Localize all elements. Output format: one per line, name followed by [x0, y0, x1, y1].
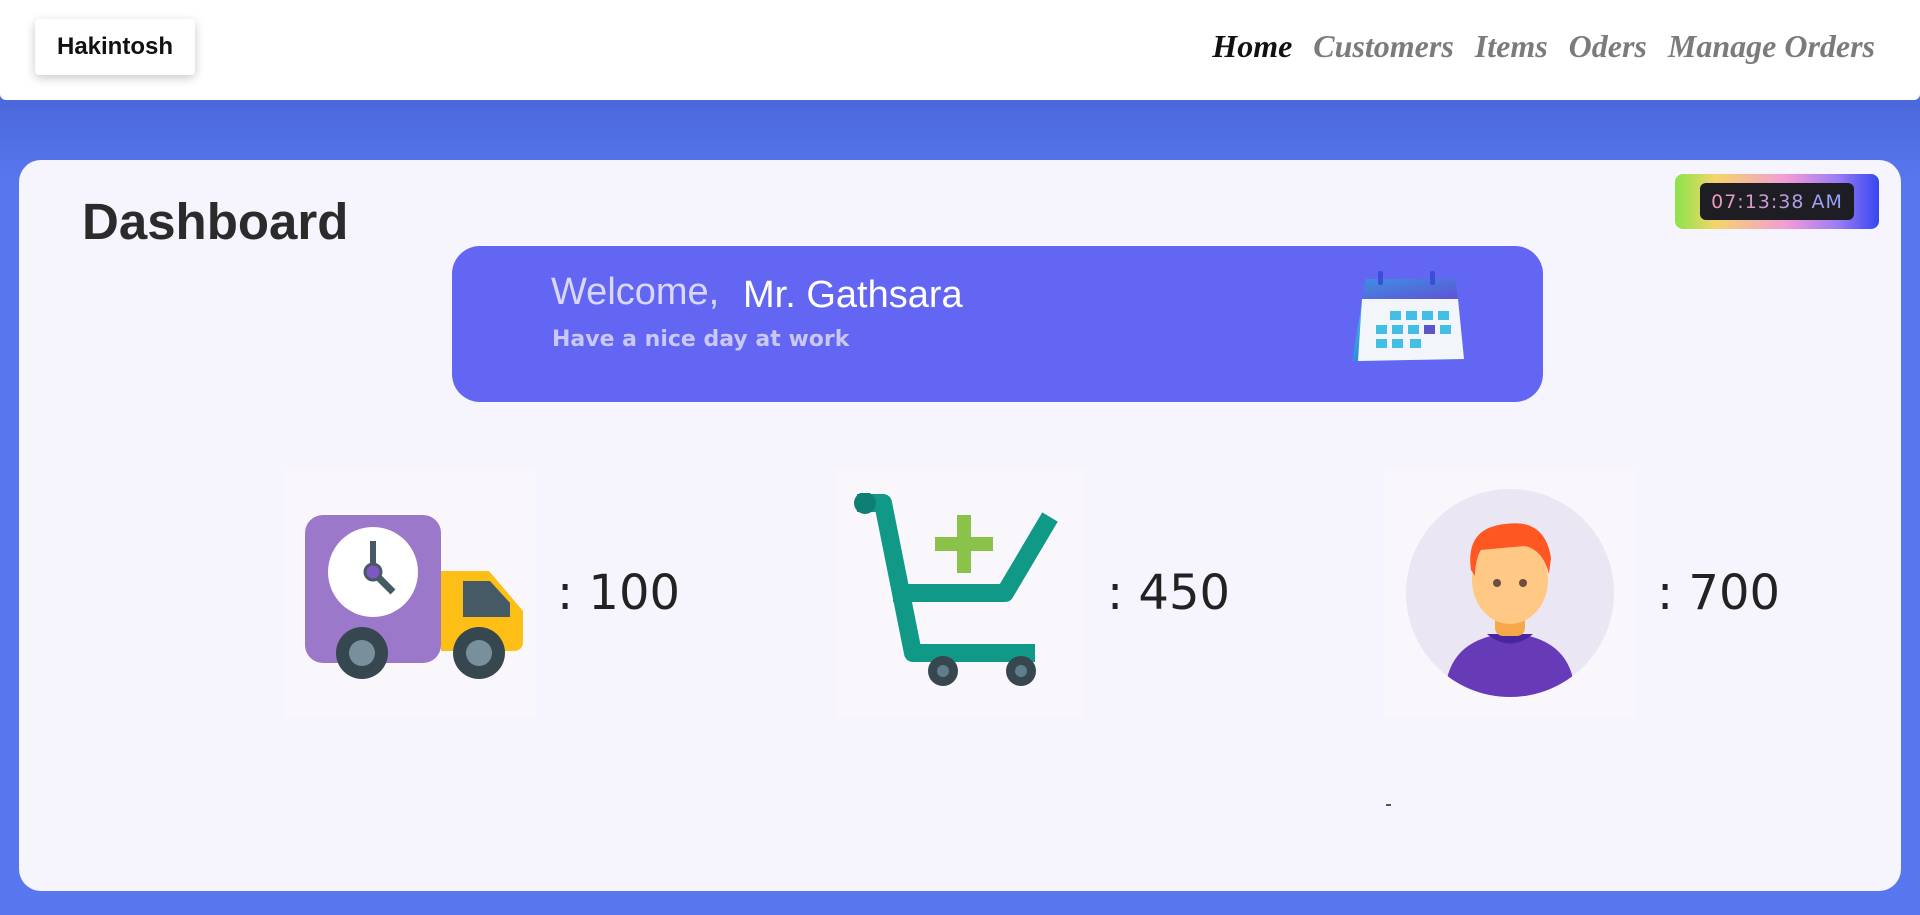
calendar-icon [1352, 271, 1464, 361]
nav-manage-orders[interactable]: Manage Orders [1668, 28, 1875, 65]
stat-customers: : 700 [1385, 468, 1780, 718]
nav-customers[interactable]: Customers [1313, 28, 1453, 65]
delivery-truck-icon [305, 515, 523, 679]
stat-tile [835, 468, 1085, 718]
nav-items[interactable]: Items [1475, 28, 1548, 65]
main-nav: Home Customers Items Oders Manage Orders [1212, 28, 1875, 65]
welcome-banner: Welcome, Mr. Gathsara Have a nice day at… [452, 246, 1543, 402]
nav-home[interactable]: Home [1212, 28, 1292, 65]
nav-orders[interactable]: Oders [1569, 28, 1647, 65]
divider [1386, 804, 1391, 806]
add-to-cart-icon [854, 493, 1058, 686]
stat-items: : 450 [835, 468, 1230, 718]
welcome-greeting: Welcome, [551, 271, 720, 313]
stat-value-orders: : 100 [557, 565, 681, 621]
welcome-user-name: Mr. Gathsara [743, 274, 963, 316]
stat-value-items: : 450 [1107, 565, 1231, 621]
stat-value-customers: : 700 [1657, 565, 1781, 621]
page-title: Dashboard [82, 193, 349, 250]
stat-tile [1385, 468, 1635, 718]
top-navbar: Hakintosh Home Customers Items Oders Man… [0, 0, 1920, 100]
dashboard-card: Dashboard 07:13:38 AM Welcome, Mr. Gaths… [19, 160, 1901, 891]
brand-logo[interactable]: Hakintosh [35, 19, 195, 75]
stat-tile [285, 468, 535, 718]
clock-time: 07:13:38 AM [1711, 190, 1843, 213]
welcome-subtitle: Have a nice day at work [552, 327, 850, 352]
stat-orders: : 100 [285, 468, 680, 718]
customer-avatar-icon [1406, 489, 1614, 697]
clock-widget: 07:13:38 AM [1675, 174, 1879, 229]
clock-display: 07:13:38 AM [1700, 183, 1854, 220]
